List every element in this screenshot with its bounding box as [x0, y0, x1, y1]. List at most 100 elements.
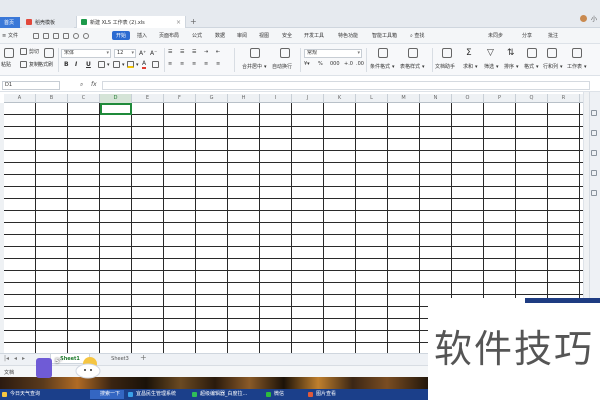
column-header[interactable]: B — [36, 94, 68, 103]
rows-cols-button[interactable]: 行和列 ▾ — [543, 63, 563, 71]
sort-button[interactable]: 排序 ▾ — [504, 63, 519, 71]
column-header[interactable]: M — [388, 94, 420, 103]
doc-helper-icon[interactable] — [442, 48, 452, 58]
menu-insert[interactable]: 插入 — [137, 32, 147, 39]
rows-cols-icon[interactable] — [547, 48, 557, 58]
taskbar-weather[interactable]: 今日天气查询 — [0, 390, 88, 399]
menu-review[interactable]: 审阅 — [237, 32, 247, 39]
grow-font-button[interactable]: A⁺ — [139, 50, 146, 57]
shrink-font-button[interactable]: A⁻ — [150, 50, 157, 57]
avatar[interactable] — [579, 15, 587, 22]
wrap-text-icon[interactable] — [280, 48, 290, 58]
borders-button[interactable]: ▾ — [98, 61, 110, 68]
menu-smart-tools[interactable]: 智能工具箱 — [372, 32, 397, 39]
side-tool-icon[interactable] — [591, 130, 597, 136]
underline-button[interactable]: U — [86, 61, 91, 68]
search-menu[interactable]: ⌕ 查找 — [410, 32, 424, 39]
doc-helper-button[interactable]: 文档助手 — [435, 63, 455, 70]
font-name-select[interactable]: 宋体 — [61, 49, 111, 58]
taskbar-app-3[interactable]: 微信 — [264, 390, 304, 399]
column-header[interactable]: N — [420, 94, 452, 103]
column-header[interactable]: O — [452, 94, 484, 103]
format-icon[interactable] — [527, 48, 537, 58]
export-pdf-icon[interactable] — [43, 33, 49, 39]
table-style-button[interactable]: 表格样式 ▾ — [400, 63, 425, 71]
column-header[interactable]: P — [484, 94, 516, 103]
formula-input[interactable] — [102, 81, 590, 90]
column-header[interactable]: C — [68, 94, 100, 103]
format-painter-icon[interactable] — [44, 48, 54, 58]
add-sheet-button[interactable]: + — [140, 353, 147, 362]
align-bottom-button[interactable]: ☰ — [192, 49, 196, 55]
paste-icon[interactable] — [4, 48, 14, 58]
worksheet-button[interactable]: 工作表 ▾ — [567, 63, 587, 71]
menu-page-layout[interactable]: 页面布局 — [159, 32, 179, 39]
cut-button[interactable]: 剪切 — [20, 48, 39, 55]
currency-button[interactable]: ¥▾ — [304, 61, 310, 67]
sync-status[interactable]: 未同步 — [488, 32, 503, 39]
column-header[interactable]: F — [164, 94, 196, 103]
decrease-decimal-button[interactable]: .00 — [356, 61, 364, 67]
clear-format-button[interactable] — [152, 61, 159, 68]
menu-developer[interactable]: 开发工具 — [304, 32, 324, 39]
font-size-select[interactable]: 12 — [114, 49, 136, 58]
sum-icon[interactable]: Σ — [466, 48, 472, 58]
taskbar-search[interactable]: 搜索一下 — [90, 390, 124, 399]
taskbar-app-2[interactable]: 超级编辑器_白度拉... — [190, 390, 262, 399]
bold-button[interactable]: B — [64, 61, 69, 68]
print-preview-icon[interactable] — [63, 33, 69, 39]
merge-center-button[interactable]: 合并居中 ▾ — [242, 63, 267, 71]
tab-home[interactable]: 首页 — [0, 17, 20, 28]
column-header[interactable]: I — [260, 94, 292, 103]
name-box[interactable]: D1 — [2, 81, 60, 90]
close-tab-icon[interactable]: × — [176, 19, 181, 26]
side-tool-icon[interactable] — [591, 190, 597, 196]
menu-view[interactable]: 视图 — [259, 32, 269, 39]
fx-icon[interactable]: fx — [91, 81, 97, 88]
column-header[interactable]: R — [548, 94, 580, 103]
font-color-button[interactable]: A — [142, 60, 147, 69]
increase-decimal-button[interactable]: +.0 — [344, 61, 353, 67]
taskbar-app-4[interactable]: 图片查看 — [306, 390, 352, 399]
weather-widget[interactable] — [30, 352, 110, 382]
undo-icon[interactable] — [73, 33, 79, 39]
wrap-text-button[interactable]: 自动换行 — [272, 63, 292, 70]
menu-security[interactable]: 安全 — [282, 32, 292, 39]
column-header[interactable]: D — [100, 94, 132, 103]
menu-data[interactable]: 数据 — [215, 32, 225, 39]
conditional-format-icon[interactable] — [378, 48, 388, 58]
column-header[interactable]: L — [356, 94, 388, 103]
taskbar-app-1[interactable]: 宜昌民生管理系统 — [126, 390, 188, 399]
side-tool-icon[interactable] — [591, 150, 597, 156]
column-header[interactable]: G — [196, 94, 228, 103]
share-button[interactable]: 分享 — [522, 32, 532, 39]
comment-button[interactable]: 批注 — [548, 32, 558, 39]
zoom-search-icon[interactable]: ⌕ — [80, 81, 83, 89]
column-header[interactable]: Q — [516, 94, 548, 103]
align-top-button[interactable]: ☰ — [168, 49, 172, 55]
sort-icon[interactable]: ⇅ — [507, 48, 515, 58]
fill-color-button[interactable]: ▾ — [127, 61, 139, 68]
worksheet-icon[interactable] — [572, 48, 582, 58]
first-sheet-icon[interactable]: |◂ — [4, 355, 9, 362]
align-right-button[interactable]: ≡ — [192, 61, 196, 67]
menu-formulas[interactable]: 公式 — [192, 32, 202, 39]
indent-button[interactable]: ⇥ — [204, 49, 208, 55]
column-header[interactable]: A — [4, 94, 36, 103]
tab-template[interactable]: 稻壳模板 — [22, 16, 74, 28]
merge-cells-button[interactable]: ▾ — [113, 61, 125, 68]
column-header[interactable]: E — [132, 94, 164, 103]
copy-button[interactable]: 复制 — [20, 61, 39, 68]
table-style-icon[interactable] — [408, 48, 418, 58]
sum-button[interactable]: 求和 ▾ — [463, 63, 478, 71]
save-icon[interactable] — [33, 33, 39, 39]
selected-cell[interactable] — [100, 103, 132, 115]
thousands-button[interactable]: 000 — [330, 61, 340, 67]
column-header[interactable]: H — [228, 94, 260, 103]
merge-center-icon[interactable] — [250, 48, 260, 58]
column-header[interactable]: J — [292, 94, 324, 103]
side-tool-icon[interactable] — [591, 110, 597, 116]
italic-button[interactable]: I — [75, 61, 77, 68]
conditional-format-button[interactable]: 条件格式 ▾ — [370, 63, 395, 71]
outdent-button[interactable]: ⇤ — [216, 49, 220, 55]
